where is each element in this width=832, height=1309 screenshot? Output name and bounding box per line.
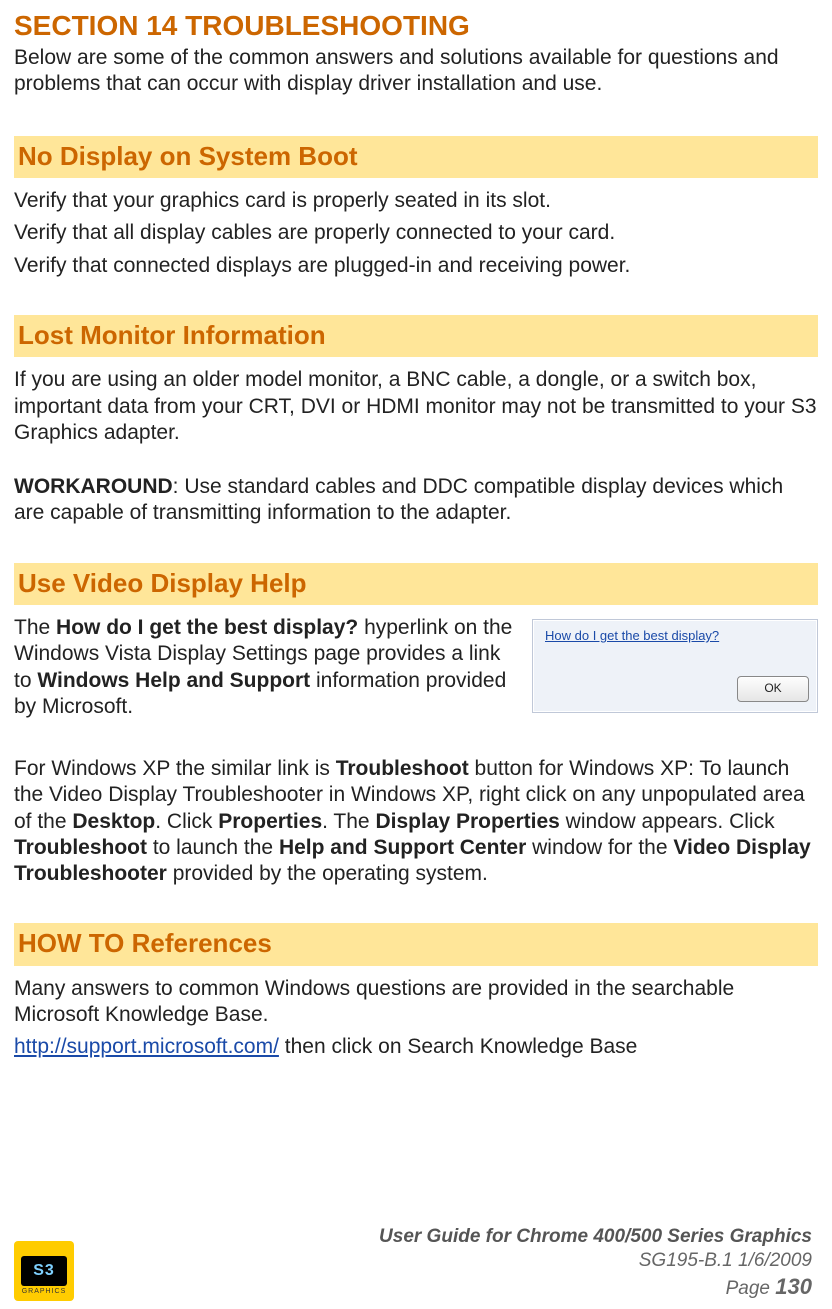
howto-link-line: http://support.microsoft.com/ then click… [14,1034,818,1060]
lost-monitor-para1: If you are using an older model monitor,… [14,367,818,446]
text: to launch the [147,836,279,859]
text-bold: Windows Help and Support [37,669,310,692]
footer-page-number: 130 [775,1274,812,1299]
text-bold: Desktop [72,810,155,833]
no-display-line3: Verify that connected displays are plugg… [14,253,818,279]
ms-support-link[interactable]: http://support.microsoft.com/ [14,1035,279,1058]
section-title: SECTION 14 TROUBLESHOOTING [14,8,818,43]
no-display-line2: Verify that all display cables are prope… [14,220,818,246]
text-bold: Help and Support Center [279,836,526,859]
text-bold: How do I get the best display? [56,616,358,639]
workaround-label: WORKAROUND [14,475,173,498]
footer-page-label: Page [726,1278,776,1299]
vista-dialog-screenshot: How do I get the best display? OK [532,619,818,713]
text-bold: Display Properties [375,810,559,833]
ok-button[interactable]: OK [737,676,809,702]
footer-docinfo: SG195-B.1 1/6/2009 [379,1249,812,1273]
logo-text: S3 [21,1256,67,1286]
s3-graphics-logo: S3 GRAPHICS [14,1241,74,1301]
text: window for the [526,836,673,859]
text: . Click [155,810,218,833]
text: provided by the operating system. [167,862,488,885]
page-footer: S3 GRAPHICS User Guide for Chrome 400/50… [14,1211,818,1301]
text-bold: Troubleshoot [14,836,147,859]
footer-title: User Guide for Chrome 400/500 Series Gra… [379,1225,812,1249]
text-bold: Troubleshoot [336,757,469,780]
vista-help-link[interactable]: How do I get the best display? [545,628,719,643]
text: window appears. Click [560,810,775,833]
text: For Windows XP the similar link is [14,757,336,780]
heading-lost-monitor: Lost Monitor Information [14,315,818,358]
section-intro: Below are some of the common answers and… [14,45,818,98]
video-help-para2: For Windows XP the similar link is Troub… [14,756,818,887]
heading-howto-references: HOW TO References [14,923,818,966]
heading-video-help: Use Video Display Help [14,563,818,606]
howto-para1: Many answers to common Windows questions… [14,976,818,1029]
howto-after-link: then click on Search Knowledge Base [279,1035,637,1058]
text: . The [322,810,375,833]
heading-no-display: No Display on System Boot [14,136,818,179]
logo-subtext: GRAPHICS [14,1288,74,1297]
text: The [14,616,56,639]
lost-monitor-workaround: WORKAROUND: Use standard cables and DDC … [14,474,818,527]
no-display-line1: Verify that your graphics card is proper… [14,188,818,214]
text-bold: Properties [218,810,322,833]
